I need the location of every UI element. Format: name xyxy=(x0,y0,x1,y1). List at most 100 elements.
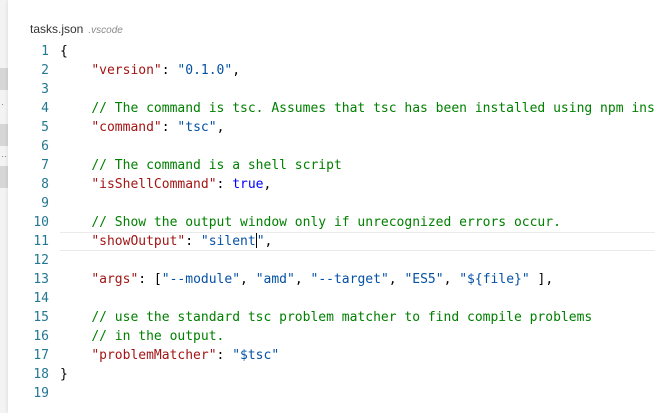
code-token: "command" xyxy=(91,120,162,135)
code-line[interactable]: 3 xyxy=(8,80,655,99)
code-line[interactable]: 13 "args": ["--module", "amd", "--target… xyxy=(8,270,655,289)
code-text[interactable]: // Show the output window only if unreco… xyxy=(60,213,561,232)
line-number: 18 xyxy=(33,367,49,382)
code-text[interactable]: // in the output. xyxy=(60,327,224,346)
code-text[interactable]: } xyxy=(60,365,68,384)
code-line[interactable]: 2 "version": "0.1.0", xyxy=(8,61,655,80)
line-number: 12 xyxy=(33,253,49,268)
code-line[interactable]: 5 "command": "tsc", xyxy=(8,118,655,137)
code-token: // The command is a shell script xyxy=(91,158,342,173)
code-line[interactable]: 1{ xyxy=(8,42,655,61)
code-token: // use the standard tsc problem matcher … xyxy=(91,310,593,325)
code-token: , xyxy=(264,234,273,249)
code-token: "amd" xyxy=(255,272,295,287)
code-text[interactable]: // use the standard tsc problem matcher … xyxy=(60,308,592,327)
code-token: "--module" xyxy=(161,272,241,287)
line-number: 1 xyxy=(41,44,49,59)
sidebar-edge-item[interactable] xyxy=(0,68,8,90)
code-line[interactable]: 17 "problemMatcher": "$tsc" xyxy=(8,346,655,365)
code-text[interactable]: "isShellCommand": true, xyxy=(60,175,271,194)
line-number: 15 xyxy=(33,310,49,325)
code-line[interactable]: 10 // Show the output window only if unr… xyxy=(8,213,655,232)
line-number: 3 xyxy=(41,82,49,97)
code-token: ], xyxy=(529,272,554,287)
code-token: , xyxy=(294,272,311,287)
code-text[interactable]: // The command is a shell script xyxy=(60,156,342,175)
code-text[interactable]: "showOutput": "silent", xyxy=(60,232,272,251)
editor-pane[interactable]: tasks.json .vscode 1{2 "version": "0.1.0… xyxy=(8,0,655,413)
line-number: 9 xyxy=(41,196,49,211)
sidebar-edge-item[interactable] xyxy=(0,124,8,146)
code-token: , xyxy=(443,272,460,287)
editor-title: tasks.json .vscode xyxy=(30,22,123,42)
code-line[interactable]: 15 // use the standard tsc problem match… xyxy=(8,308,655,327)
code-line[interactable]: 7 // The command is a shell script xyxy=(8,156,655,175)
code-line[interactable]: 18} xyxy=(8,365,655,384)
line-number: 7 xyxy=(41,158,49,173)
code-token: , xyxy=(232,63,241,78)
code-token: " xyxy=(256,234,265,249)
code-token: "isShellCommand" xyxy=(91,177,217,192)
code-line[interactable]: 8 "isShellCommand": true, xyxy=(8,175,655,194)
code-token: "0.1.0" xyxy=(177,63,233,78)
folder-name: .vscode xyxy=(88,25,123,36)
line-number: 4 xyxy=(41,101,49,116)
code-token: "version" xyxy=(91,63,162,78)
code-text[interactable]: "args": ["--module", "amd", "--target", … xyxy=(60,270,553,289)
code-line[interactable]: 14 xyxy=(8,289,655,308)
sidebar-edge: · … xyxy=(0,0,10,413)
code-token: "args" xyxy=(91,272,139,287)
code-token: "silent xyxy=(200,234,256,249)
code-token: , xyxy=(240,272,256,287)
code-token: "$tsc" xyxy=(232,348,280,363)
line-number: 8 xyxy=(41,177,49,192)
code-line[interactable]: 11 "showOutput": "silent", xyxy=(8,232,655,251)
line-number: 17 xyxy=(33,348,49,363)
code-line[interactable]: 6 xyxy=(8,137,655,156)
code-token: : xyxy=(161,63,178,78)
code-token: "problemMatcher" xyxy=(91,348,217,363)
line-number: 14 xyxy=(33,291,49,306)
code-token: // Show the output window only if unreco… xyxy=(91,215,561,230)
file-name[interactable]: tasks.json xyxy=(30,22,83,36)
code-token: "ES5" xyxy=(404,272,444,287)
code-token: // in the output. xyxy=(91,329,225,344)
code-text[interactable]: "command": "tsc", xyxy=(60,118,224,137)
code-token: , xyxy=(263,177,272,192)
code-line[interactable]: 9 xyxy=(8,194,655,213)
line-number: 10 xyxy=(33,215,49,230)
line-number: 6 xyxy=(41,139,49,154)
code-token: , xyxy=(216,120,225,135)
code-token: : xyxy=(185,234,201,249)
line-number: 2 xyxy=(41,63,49,78)
code-token: // The command is tsc. Assumes that tsc … xyxy=(91,101,655,116)
code-token: "--target" xyxy=(310,272,389,287)
line-number: 13 xyxy=(33,272,49,287)
code-token: true xyxy=(232,177,264,192)
line-number: 16 xyxy=(33,329,49,344)
code-token: { xyxy=(60,44,68,59)
code-text[interactable]: "version": "0.1.0", xyxy=(60,61,240,80)
code-line[interactable]: 19 xyxy=(8,384,655,403)
code-text[interactable]: "problemMatcher": "$tsc" xyxy=(60,346,279,365)
code-text[interactable]: { xyxy=(60,42,68,61)
code-editor[interactable]: 1{2 "version": "0.1.0", 3 4 // The command… xyxy=(8,42,655,403)
code-token: : xyxy=(216,177,233,192)
code-token: , xyxy=(388,272,405,287)
code-line[interactable]: 12 xyxy=(8,251,655,270)
line-number: 5 xyxy=(41,120,49,135)
sidebar-edge-item[interactable] xyxy=(0,166,8,188)
code-text[interactable]: // The command is tsc. Assumes that tsc … xyxy=(60,99,655,118)
code-line[interactable]: 4 // The command is tsc. Assumes that ts… xyxy=(8,99,655,118)
code-line[interactable]: 16 // in the output. xyxy=(8,327,655,346)
